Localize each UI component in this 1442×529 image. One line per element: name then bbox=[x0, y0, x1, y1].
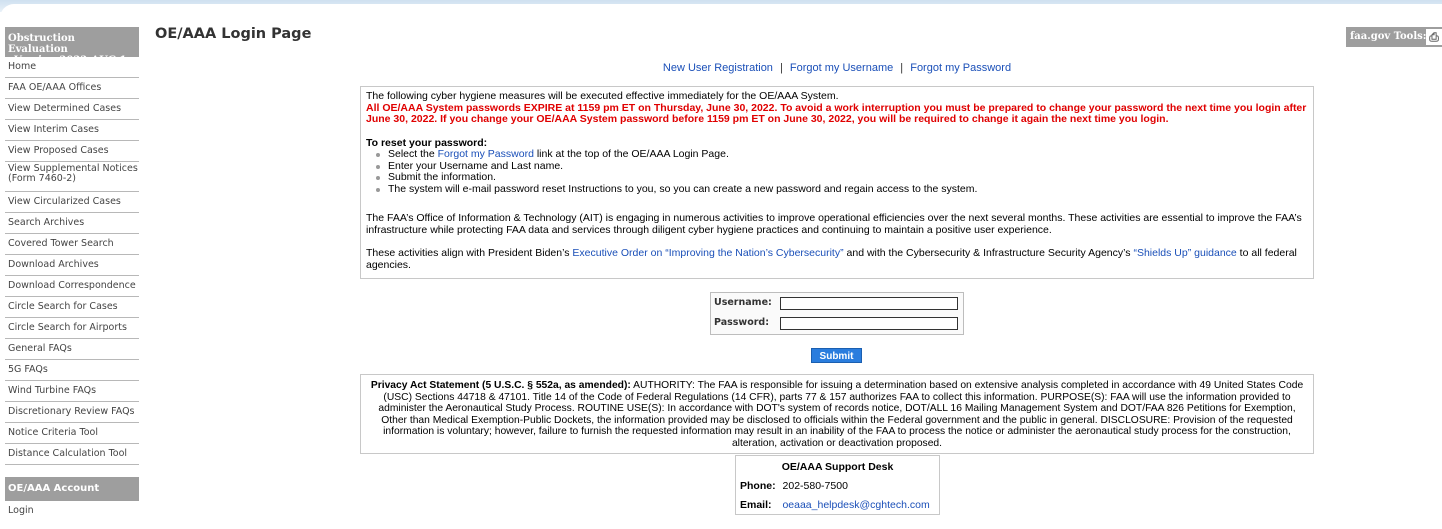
notice-intro: The following cyber hygiene measures wil… bbox=[366, 90, 839, 102]
sidebar-title: Obstruction Evaluation bbox=[8, 33, 75, 55]
email-label: Email: bbox=[740, 499, 772, 511]
sidebar-item-5g-faqs[interactable]: 5G FAQs bbox=[5, 360, 139, 381]
top-links: New User Registration | Forgot my Userna… bbox=[360, 62, 1314, 74]
link-separator: | bbox=[900, 62, 904, 74]
sidebar-item-discretionary-review-faqs[interactable]: Discretionary Review FAQs bbox=[5, 402, 139, 423]
sidebar-item-download-correspondence[interactable]: Download Correspondence bbox=[5, 276, 139, 297]
print-icon[interactable]: ⎙ bbox=[1426, 29, 1442, 45]
top-banner bbox=[0, 0, 1442, 20]
tools-label: faa.gov Tools: bbox=[1350, 31, 1427, 42]
username-label: Username: bbox=[714, 297, 772, 308]
sidebar-item-wind-turbine-faqs[interactable]: Wind Turbine FAQs bbox=[5, 381, 139, 402]
sidebar-header: Obstruction Evaluation Version 2022-AUG.… bbox=[5, 27, 139, 66]
reset-step: Select the Forgot my Password link at th… bbox=[376, 148, 1308, 161]
page-title: OE/AAA Login Page bbox=[155, 26, 312, 42]
forgot-password-inline-link[interactable]: Forgot my Password bbox=[438, 148, 534, 160]
new-user-registration-link[interactable]: New User Registration bbox=[663, 62, 773, 74]
sidebar: Obstruction Evaluation Version 2022-AUG.… bbox=[5, 27, 139, 521]
link-separator: | bbox=[780, 62, 783, 74]
shields-up-link[interactable]: “Shields Up” guidance bbox=[1133, 247, 1236, 259]
faa-tools: faa.gov Tools: ⎙ bbox=[1346, 27, 1442, 47]
para-text: These activities align with President Bi… bbox=[366, 247, 573, 259]
sidebar-item-view-interim-cases[interactable]: View Interim Cases bbox=[5, 120, 139, 141]
sidebar-item-notice-criteria-tool[interactable]: Notice Criteria Tool bbox=[5, 423, 139, 444]
privacy-title: Privacy Act Statement (5 U.S.C. § 552a, … bbox=[370, 380, 631, 391]
step-text: link at the top of the OE/AAA Login Page… bbox=[533, 148, 729, 160]
sidebar-item-view-determined-cases[interactable]: View Determined Cases bbox=[5, 99, 139, 120]
notice-paragraph: The FAA’s Office of Information & Techno… bbox=[366, 212, 1302, 236]
sidebar-item-download-archives[interactable]: Download Archives bbox=[5, 255, 139, 276]
sidebar-item-view-supplemental-notices-form-7460-2[interactable]: View Supplemental Notices (Form 7460-2) bbox=[5, 162, 139, 192]
reset-step: Submit the information. bbox=[376, 171, 1308, 184]
reset-step: The system will e-mail password reset In… bbox=[376, 183, 1308, 196]
sidebar-item-general-faqs[interactable]: General FAQs bbox=[5, 339, 139, 360]
login-form: Username: Password: bbox=[710, 292, 964, 335]
cyber-hygiene-notice: The following cyber hygiene measures wil… bbox=[360, 86, 1314, 279]
phone-label: Phone: bbox=[740, 480, 776, 492]
step-text: Select the bbox=[388, 148, 438, 160]
sidebar-item-circle-search-for-cases[interactable]: Circle Search for Cases bbox=[5, 297, 139, 318]
password-expiry-warning: All OE/AAA System passwords EXPIRE at 11… bbox=[366, 101, 1307, 125]
sidebar-item-search-archives[interactable]: Search Archives bbox=[5, 213, 139, 234]
sidebar-item-view-proposed-cases[interactable]: View Proposed Cases bbox=[5, 141, 139, 162]
sidebar-item-faa-oe-aaa-offices[interactable]: FAA OE/AAA Offices bbox=[5, 78, 139, 99]
support-desk: OE/AAA Support Desk Phone: 202-580-7500 … bbox=[735, 455, 940, 515]
support-email: Email: oeaaa_helpdesk@cghtech.com bbox=[740, 499, 930, 511]
sidebar-item-circle-search-for-airports[interactable]: Circle Search for Airports bbox=[5, 318, 139, 339]
support-phone: Phone: 202-580-7500 bbox=[740, 480, 848, 492]
sidebar-item-distance-calculation-tool[interactable]: Distance Calculation Tool bbox=[5, 444, 139, 465]
para-text: and with the Cybersecurity & Infrastruct… bbox=[843, 247, 1134, 259]
password-input[interactable] bbox=[780, 317, 958, 330]
email-link[interactable]: oeaaa_helpdesk@cghtech.com bbox=[782, 499, 929, 511]
sidebar-item-view-circularized-cases[interactable]: View Circularized Cases bbox=[5, 192, 139, 213]
forgot-username-link[interactable]: Forgot my Username bbox=[790, 62, 893, 74]
executive-order-link[interactable]: Executive Order on “Improving the Nation… bbox=[572, 247, 843, 259]
sidebar-section-account: OE/AAA Account bbox=[5, 477, 139, 501]
privacy-act-statement: Privacy Act Statement (5 U.S.C. § 552a, … bbox=[360, 374, 1314, 454]
password-label: Password: bbox=[714, 317, 770, 328]
sidebar-item-login[interactable]: Login bbox=[5, 501, 139, 521]
reset-steps: Select the Forgot my Password link at th… bbox=[366, 148, 1308, 196]
username-input[interactable] bbox=[780, 297, 958, 310]
sidebar-item-covered-tower-search[interactable]: Covered Tower Search bbox=[5, 234, 139, 255]
phone-value: 202-580-7500 bbox=[782, 480, 848, 492]
support-title: OE/AAA Support Desk bbox=[781, 461, 894, 473]
reset-step: Enter your Username and Last name. bbox=[376, 160, 1308, 173]
forgot-password-link[interactable]: Forgot my Password bbox=[910, 62, 1011, 74]
notice-paragraph: These activities align with President Bi… bbox=[366, 247, 1308, 271]
submit-button[interactable]: Submit bbox=[811, 348, 862, 363]
